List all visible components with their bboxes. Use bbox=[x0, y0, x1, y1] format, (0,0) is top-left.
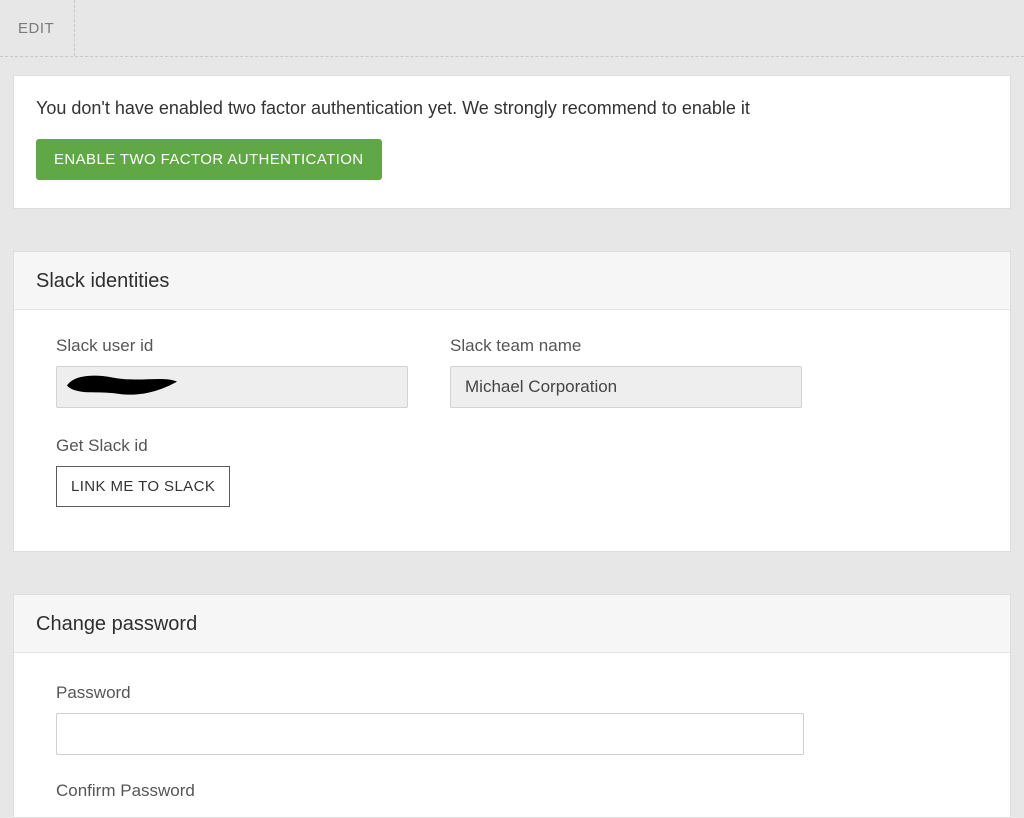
get-slack-id-section: Get Slack id LINK ME TO SLACK bbox=[56, 436, 968, 507]
redacted-icon bbox=[63, 370, 183, 400]
two-factor-notice: You don't have enabled two factor authen… bbox=[36, 98, 988, 119]
change-password-header: Change password bbox=[14, 595, 1010, 653]
slack-team-name-label: Slack team name bbox=[450, 336, 802, 356]
password-label: Password bbox=[56, 683, 968, 703]
tab-strip: EDIT bbox=[0, 0, 1024, 57]
slack-user-id-value bbox=[56, 366, 408, 408]
confirm-password-label: Confirm Password bbox=[56, 781, 968, 801]
slack-team-name-value: Michael Corporation bbox=[450, 366, 802, 408]
change-password-panel: Change password Password Confirm Passwor… bbox=[13, 594, 1011, 818]
slack-identities-panel: Slack identities Slack user id Slack tea… bbox=[13, 251, 1011, 552]
enable-2fa-button-label: ENABLE TWO FACTOR AUTHENTICATION bbox=[54, 151, 364, 168]
password-input[interactable] bbox=[56, 713, 804, 755]
tab-edit[interactable]: EDIT bbox=[0, 0, 75, 56]
two-factor-panel: You don't have enabled two factor authen… bbox=[13, 75, 1011, 209]
slack-team-name-field: Slack team name Michael Corporation bbox=[450, 336, 802, 408]
slack-panel-header: Slack identities bbox=[14, 252, 1010, 310]
link-to-slack-button-label: LINK ME TO SLACK bbox=[71, 478, 215, 495]
slack-user-id-field: Slack user id bbox=[56, 336, 408, 408]
slack-user-id-label: Slack user id bbox=[56, 336, 408, 356]
tab-edit-label: EDIT bbox=[18, 20, 54, 37]
enable-2fa-button[interactable]: ENABLE TWO FACTOR AUTHENTICATION bbox=[36, 139, 382, 180]
get-slack-id-label: Get Slack id bbox=[56, 436, 968, 456]
link-to-slack-button[interactable]: LINK ME TO SLACK bbox=[56, 466, 230, 507]
